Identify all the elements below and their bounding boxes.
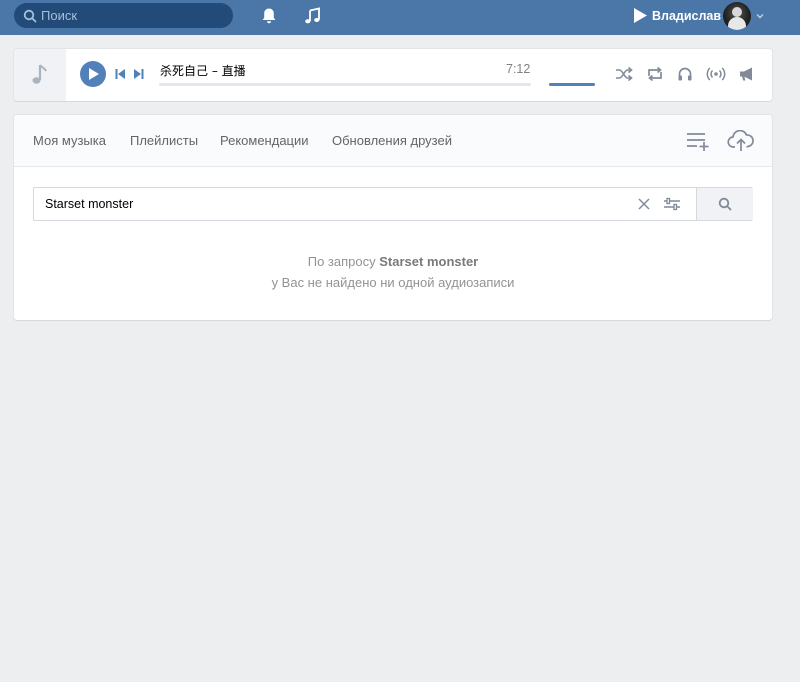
previous-track-icon[interactable] bbox=[115, 69, 125, 79]
music-note-icon[interactable] bbox=[303, 6, 323, 26]
empty-message-query: Starset monster bbox=[379, 254, 479, 269]
music-note-icon bbox=[32, 64, 47, 84]
add-playlist-icon[interactable] bbox=[686, 130, 712, 152]
tab-recommendations[interactable]: Рекомендации bbox=[220, 133, 309, 148]
tab-playlists[interactable]: Плейлисты bbox=[130, 133, 198, 148]
filter-settings-icon[interactable] bbox=[664, 197, 680, 211]
audio-search-input[interactable] bbox=[45, 188, 625, 220]
music-tabs: Моя музыка Плейлисты Рекомендации Обновл… bbox=[14, 115, 772, 167]
music-section: Моя музыка Плейлисты Рекомендации Обновл… bbox=[14, 115, 772, 320]
empty-search-message: По запросу Starset monster у Вас не найд… bbox=[14, 251, 772, 293]
avatar[interactable] bbox=[723, 2, 751, 30]
track-cover bbox=[14, 49, 66, 101]
empty-message-line-1: По запросу Starset monster bbox=[14, 251, 772, 272]
audio-search-box bbox=[33, 187, 753, 221]
chevron-down-icon[interactable] bbox=[755, 11, 765, 21]
global-search-input[interactable] bbox=[41, 3, 226, 28]
track-title: 杀死自己 – 直播 bbox=[160, 64, 246, 78]
broadcast-icon[interactable] bbox=[706, 66, 726, 82]
top-header: Владислав bbox=[0, 0, 800, 35]
header-play-icon[interactable] bbox=[633, 7, 648, 24]
close-icon[interactable] bbox=[637, 197, 651, 211]
search-icon bbox=[718, 197, 732, 211]
empty-message-prefix: По запросу bbox=[307, 254, 380, 269]
tab-my-music[interactable]: Моя музыка bbox=[33, 133, 106, 148]
tab-friends-updates[interactable]: Обновления друзей bbox=[332, 133, 452, 148]
next-track-icon[interactable] bbox=[134, 69, 144, 79]
repeat-icon[interactable] bbox=[646, 66, 664, 82]
shuffle-icon[interactable] bbox=[615, 66, 633, 82]
bell-icon[interactable] bbox=[259, 6, 279, 26]
empty-message-line-2: у Вас не найдено ни одной аудиозаписи bbox=[271, 275, 515, 290]
upload-cloud-icon[interactable] bbox=[727, 130, 755, 152]
megaphone-icon[interactable] bbox=[738, 66, 756, 82]
user-name[interactable]: Владислав bbox=[652, 9, 721, 23]
global-search[interactable] bbox=[14, 3, 233, 28]
track-progress-bar[interactable] bbox=[159, 83, 531, 86]
audio-player: 杀死自己 – 直播 7:12 bbox=[14, 49, 772, 101]
search-icon bbox=[23, 9, 37, 23]
volume-slider[interactable] bbox=[549, 83, 595, 86]
play-button[interactable] bbox=[80, 61, 106, 87]
play-icon bbox=[89, 68, 99, 80]
track-duration[interactable]: 7:12 bbox=[506, 62, 530, 76]
search-button[interactable] bbox=[696, 188, 753, 220]
headphones-icon[interactable] bbox=[677, 66, 693, 82]
